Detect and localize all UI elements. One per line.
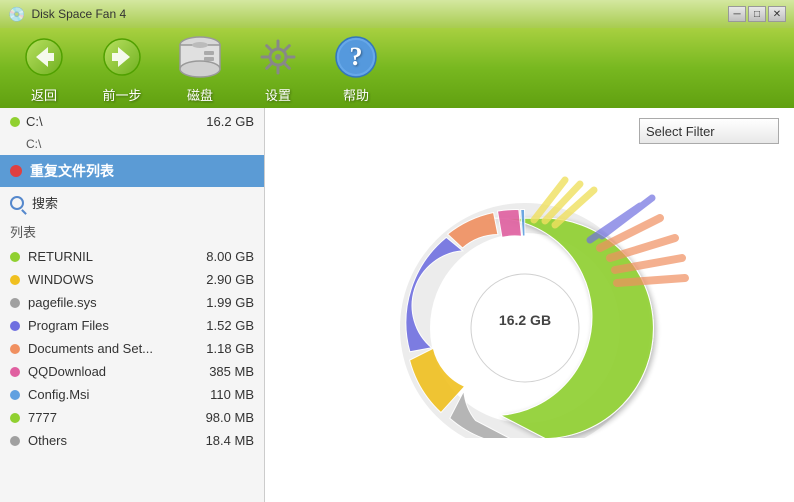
file-size: 2.90 GB xyxy=(194,272,254,287)
file-name: 7777 xyxy=(28,410,186,425)
nav-duplicates-label: 重复文件列表 xyxy=(30,161,114,181)
file-color-dot xyxy=(10,413,20,423)
minimize-button[interactable]: ─ xyxy=(728,6,746,22)
list-item[interactable]: WINDOWS 2.90 GB xyxy=(0,268,264,291)
file-color-dot xyxy=(10,390,20,400)
maximize-button[interactable]: □ xyxy=(748,6,766,22)
file-size: 8.00 GB xyxy=(194,249,254,264)
file-size: 18.4 MB xyxy=(194,433,254,448)
list-item[interactable]: Config.Msi 110 MB xyxy=(0,383,264,406)
file-size: 110 MB xyxy=(194,387,254,402)
window-controls: ─ □ ✕ xyxy=(728,6,786,22)
file-size: 1.52 GB xyxy=(194,318,254,333)
disk-chart: 16.2 GB xyxy=(370,158,690,438)
left-panel: C:\ 16.2 GB C:\ 重复文件列表 搜索 列表 RETURNIL 8.… xyxy=(0,108,265,502)
file-size: 98.0 MB xyxy=(194,410,254,425)
drive-name: C:\ xyxy=(26,114,200,129)
svg-text:?: ? xyxy=(350,42,363,71)
file-name: Config.Msi xyxy=(28,387,186,402)
svg-text:16.2 GB: 16.2 GB xyxy=(498,312,550,328)
settings-icon xyxy=(254,33,302,81)
back-label: 返回 xyxy=(31,85,57,104)
filter-select[interactable]: Select Filter All Files Images Videos Do… xyxy=(639,118,779,144)
close-button[interactable]: ✕ xyxy=(768,6,786,22)
main-area: C:\ 16.2 GB C:\ 重复文件列表 搜索 列表 RETURNIL 8.… xyxy=(0,108,794,502)
file-size: 385 MB xyxy=(194,364,254,379)
drive-size: 16.2 GB xyxy=(206,114,254,129)
list-item[interactable]: QQDownload 385 MB xyxy=(0,360,264,383)
file-name: Program Files xyxy=(28,318,186,333)
list-item: Others 18.4 MB xyxy=(0,429,264,452)
help-icon: ? xyxy=(332,33,380,81)
drive-header[interactable]: C:\ 16.2 GB xyxy=(0,108,264,135)
title-bar-left: 💿 Disk Space Fan 4 xyxy=(8,6,126,23)
nav-search-button[interactable]: 搜索 xyxy=(0,187,264,218)
file-size: 1.18 GB xyxy=(194,341,254,356)
chart-svg: 16.2 GB xyxy=(370,158,690,438)
list-item[interactable]: Documents and Set... 1.18 GB xyxy=(0,337,264,360)
toolbar-forward-button[interactable]: 前一步 xyxy=(98,33,146,104)
file-name: WINDOWS xyxy=(28,272,186,287)
file-name: Others xyxy=(28,433,186,448)
back-icon xyxy=(20,33,68,81)
toolbar: 返回 前一步 xyxy=(0,28,794,108)
settings-label: 设置 xyxy=(265,85,291,104)
file-name: RETURNIL xyxy=(28,249,186,264)
title-bar: 💿 Disk Space Fan 4 ─ □ ✕ xyxy=(0,0,794,28)
list-section-label: 列表 xyxy=(0,218,264,245)
list-item[interactable]: Program Files 1.52 GB xyxy=(0,314,264,337)
duplicate-icon xyxy=(10,165,22,177)
disk-label: 磁盘 xyxy=(187,85,213,104)
toolbar-settings-button[interactable]: 设置 xyxy=(254,33,302,104)
forward-label: 前一步 xyxy=(102,85,141,104)
file-color-dot xyxy=(10,321,20,331)
file-color-dot xyxy=(10,252,20,262)
file-name: QQDownload xyxy=(28,364,186,379)
file-color-dot xyxy=(10,298,20,308)
right-panel: Select Filter All Files Images Videos Do… xyxy=(265,108,794,502)
search-icon xyxy=(10,196,24,210)
nav-duplicates-button[interactable]: 重复文件列表 xyxy=(0,155,264,187)
toolbar-help-button[interactable]: ? 帮助 xyxy=(332,33,380,104)
toolbar-back-button[interactable]: 返回 xyxy=(20,33,68,104)
list-item[interactable]: 7777 98.0 MB xyxy=(0,406,264,429)
app-icon: 💿 xyxy=(8,6,25,23)
file-color-dot xyxy=(10,436,20,446)
nav-search-label: 搜索 xyxy=(32,193,58,212)
filter-bar: Select Filter All Files Images Videos Do… xyxy=(265,108,794,154)
file-size: 1.99 GB xyxy=(194,295,254,310)
file-color-dot xyxy=(10,275,20,285)
file-name: Documents and Set... xyxy=(28,341,186,356)
drive-status-dot xyxy=(10,117,20,127)
chart-segment-qqdownload[interactable] xyxy=(497,210,521,238)
file-name: pagefile.sys xyxy=(28,295,186,310)
toolbar-disk-button[interactable]: 磁盘 xyxy=(176,33,224,104)
app-title: Disk Space Fan 4 xyxy=(31,7,126,21)
file-color-dot xyxy=(10,367,20,377)
list-item[interactable]: RETURNIL 8.00 GB xyxy=(0,245,264,268)
help-label: 帮助 xyxy=(343,85,369,104)
drive-path: C:\ xyxy=(0,135,264,155)
list-item[interactable]: pagefile.sys 1.99 GB xyxy=(0,291,264,314)
file-color-dot xyxy=(10,344,20,354)
disk-icon xyxy=(176,33,224,81)
forward-icon xyxy=(98,33,146,81)
